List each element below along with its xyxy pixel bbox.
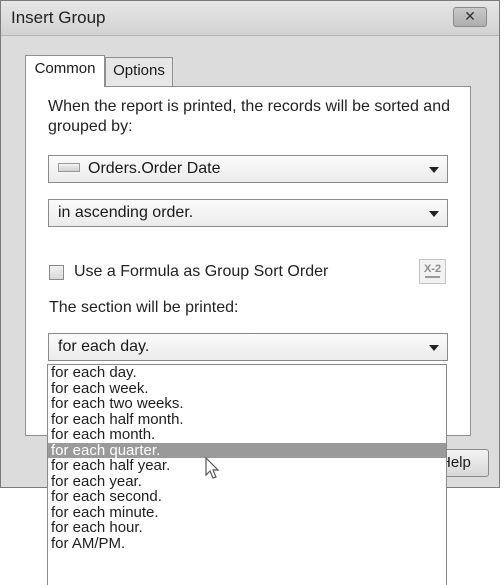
sort-description: When the report is printed, the records …: [48, 98, 450, 135]
tab-common[interactable]: Common: [25, 55, 105, 87]
sort-order-select[interactable]: in ascending order.: [48, 199, 448, 227]
formula-underline: [425, 276, 440, 278]
list-item[interactable]: for each half year.: [48, 458, 446, 474]
list-item-highlighted[interactable]: for each quarter.: [48, 442, 446, 458]
sort-order-value: in ascending order.: [58, 204, 194, 221]
list-item[interactable]: for each second.: [48, 489, 446, 505]
list-item[interactable]: for each week.: [48, 380, 446, 397]
tab-options[interactable]: Options: [105, 57, 173, 86]
title-bar: Insert Group ✕: [1, 1, 499, 36]
database-field-icon: [58, 163, 80, 173]
chevron-down-icon: [429, 345, 439, 351]
section-print-label: The section will be printed:: [49, 299, 239, 316]
formula-editor-icon: X-2: [423, 263, 442, 275]
list-item[interactable]: for each minute.: [48, 504, 446, 521]
list-item[interactable]: for each half month.: [48, 411, 446, 428]
window-title: Insert Group: [11, 8, 106, 27]
section-interval-dropdown-list: for each day. for each week. for each tw…: [47, 364, 447, 585]
list-item[interactable]: for each hour.: [48, 520, 446, 536]
close-button[interactable]: ✕: [453, 7, 487, 27]
group-field-select[interactable]: Orders.Order Date: [48, 155, 448, 183]
list-item[interactable]: for each year.: [48, 473, 446, 490]
list-item[interactable]: for each month.: [48, 427, 446, 443]
group-field-value: Orders.Order Date: [88, 160, 221, 177]
section-interval-select[interactable]: for each day.: [48, 333, 448, 361]
list-item[interactable]: for AM/PM.: [48, 535, 446, 552]
formula-sort-checkbox[interactable]: [49, 265, 64, 280]
mouse-pointer-icon: [205, 457, 220, 479]
list-item[interactable]: for each two weeks.: [48, 396, 446, 412]
list-item[interactable]: for each day.: [48, 365, 446, 381]
chevron-down-icon: [429, 211, 439, 217]
formula-editor-button[interactable]: X-2: [419, 259, 446, 284]
close-icon: ✕: [464, 8, 476, 24]
section-interval-value: for each day.: [58, 338, 150, 355]
chevron-down-icon: [429, 167, 439, 173]
formula-sort-label: Use a Formula as Group Sort Order: [74, 263, 329, 280]
